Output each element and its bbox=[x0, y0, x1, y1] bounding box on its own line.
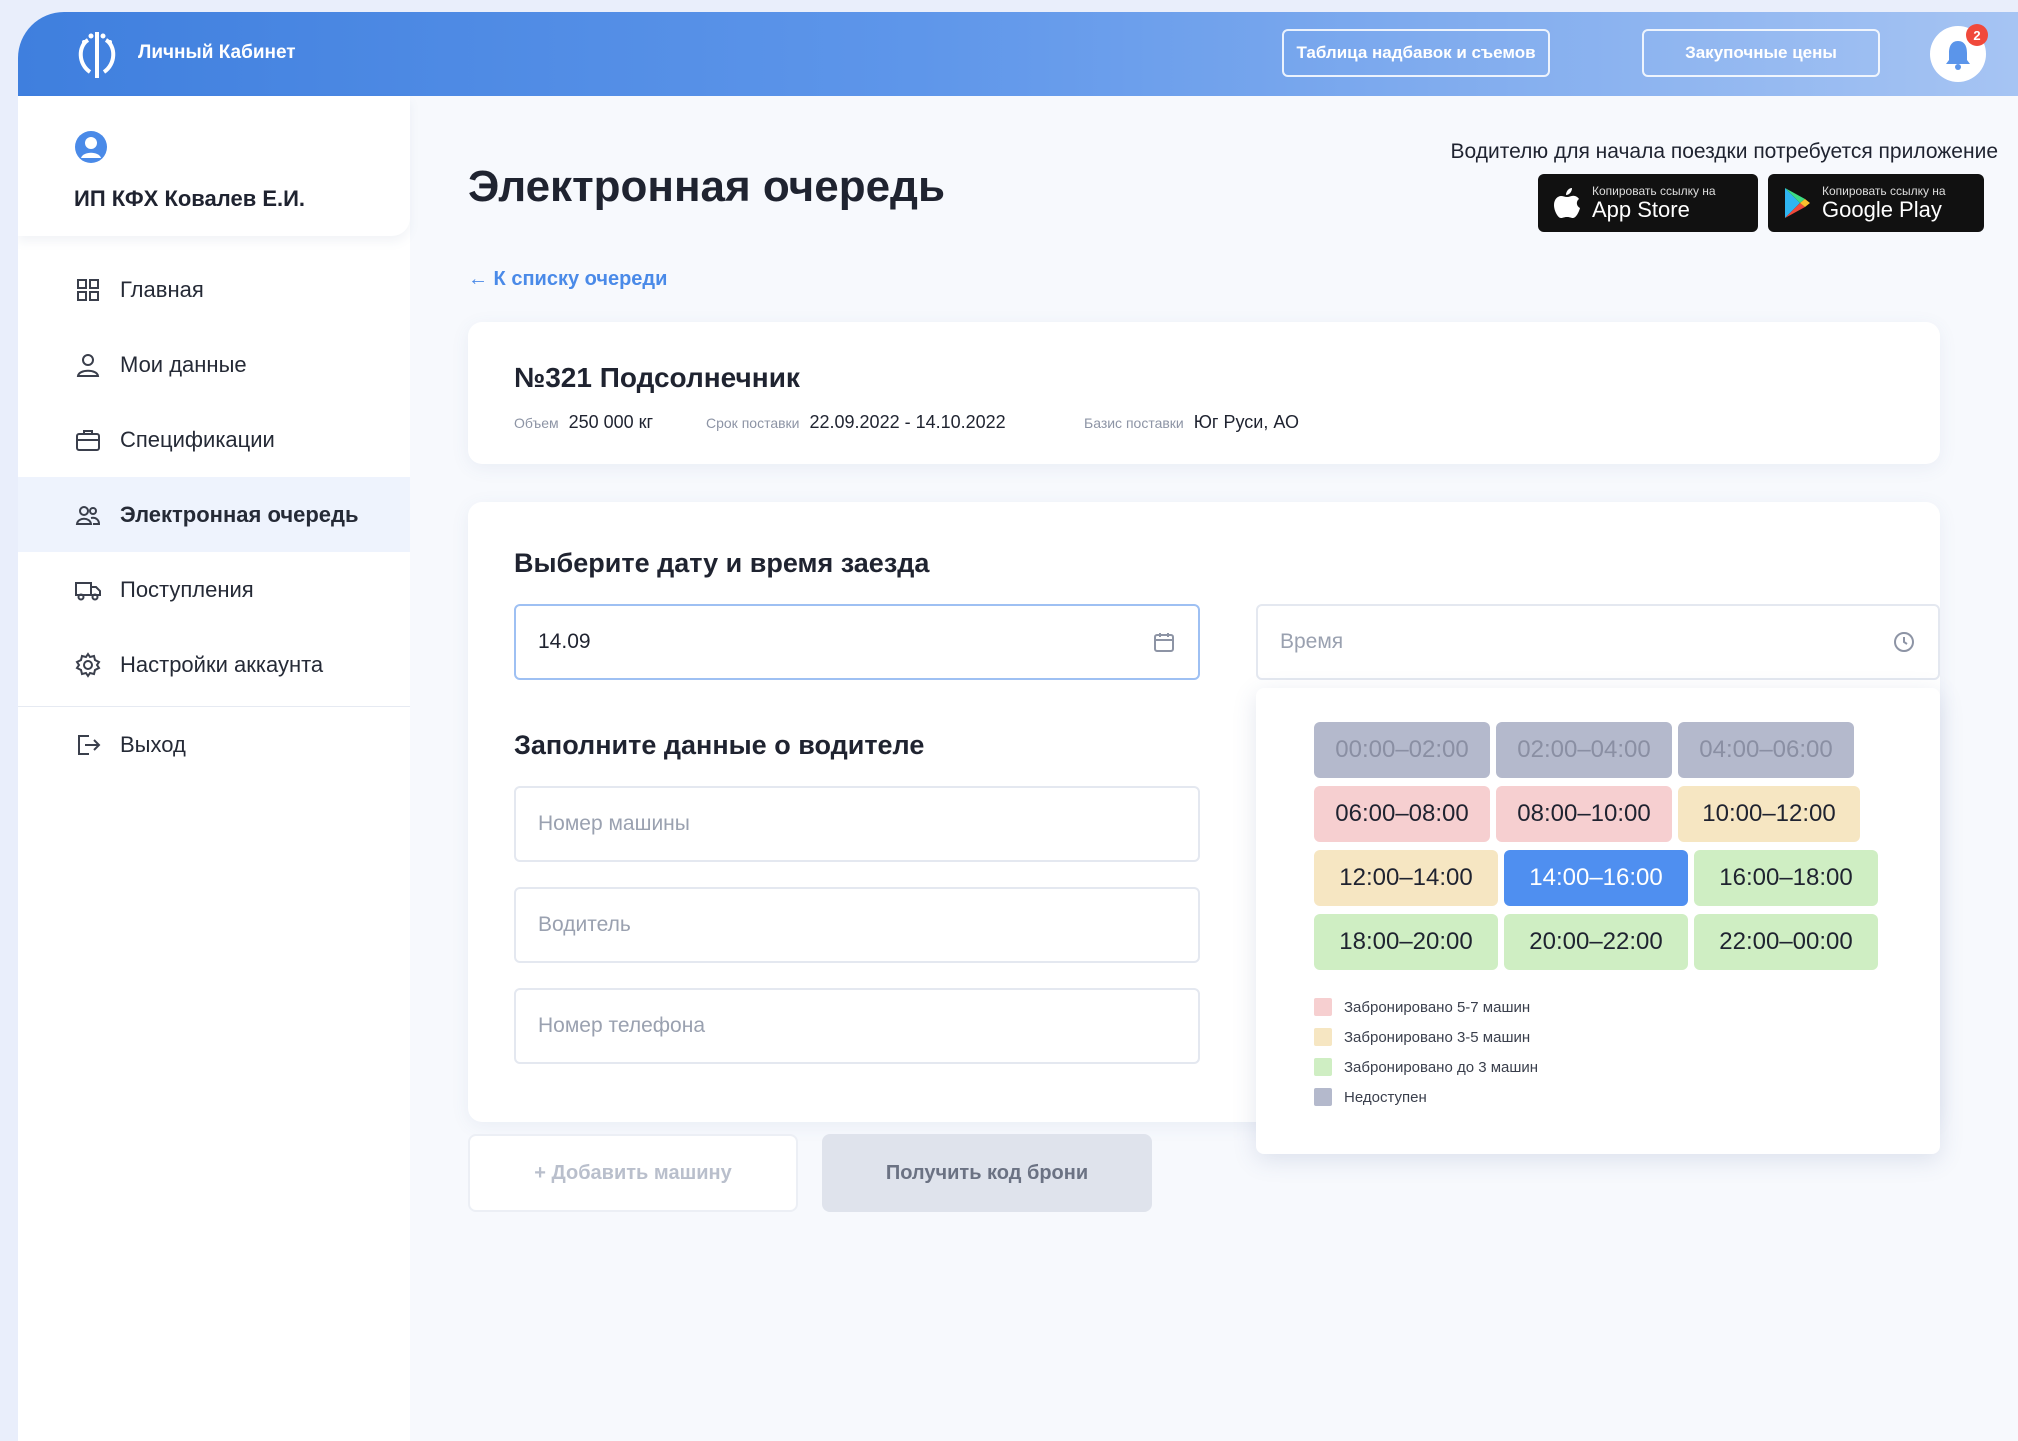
sidebar-item-label: Мои данные bbox=[120, 351, 247, 377]
lot-volume-label: Объем bbox=[514, 415, 559, 431]
time-select-placeholder: Время bbox=[1280, 630, 1344, 653]
legend-label: Недоступен bbox=[1344, 1088, 1427, 1106]
phone-placeholder: Номер телефона bbox=[538, 1014, 706, 1037]
google-play-icon bbox=[1785, 188, 1810, 218]
notification-badge: 2 bbox=[1966, 24, 1988, 46]
lot-basis: Базис поставки Юг Руси, АО bbox=[1084, 412, 1299, 433]
lot-volume: Объем 250 000 кг bbox=[514, 412, 653, 433]
legend-item: Забронировано 3-5 машин bbox=[1314, 1028, 1530, 1046]
sidebar-item-account-settings[interactable]: Настройки аккаунта bbox=[18, 627, 410, 702]
lot-title: №321 Подсолнечник bbox=[514, 362, 800, 393]
back-to-queue-link[interactable]: ← К списку очереди bbox=[468, 268, 667, 291]
sidebar-item-label: Настройки аккаунта bbox=[120, 651, 324, 677]
legend-item: Недоступен bbox=[1314, 1088, 1427, 1106]
time-slot[interactable]: 16:00–18:00 bbox=[1694, 850, 1878, 906]
logout-icon bbox=[78, 734, 101, 755]
time-slot[interactable]: 10:00–12:00 bbox=[1678, 786, 1860, 842]
app-required-note: Водителю для начала поездки потребуется … bbox=[1450, 140, 1998, 163]
profile-icon bbox=[75, 131, 107, 163]
grid-icon bbox=[77, 278, 99, 301]
google-play-button[interactable]: Копировать ссылку на Google Play bbox=[1768, 174, 1984, 232]
legend-label: Забронировано 3-5 машин bbox=[1344, 1028, 1531, 1046]
sidebar-item-label: Выход bbox=[120, 731, 186, 757]
lot-basis-value: Юг Руси, АО bbox=[1193, 412, 1299, 432]
car-number-field[interactable]: Номер машины bbox=[514, 786, 1200, 862]
time-slot[interactable]: 12:00–14:00 bbox=[1314, 850, 1498, 906]
driver-section-title: Заполните данные о водителе bbox=[514, 730, 925, 760]
date-input[interactable]: 14.09 bbox=[514, 604, 1200, 680]
truck-icon bbox=[75, 581, 101, 600]
time-slot[interactable]: 22:00–00:00 bbox=[1694, 914, 1878, 970]
legend-swatch bbox=[1314, 998, 1332, 1016]
phone-field[interactable]: Номер телефона bbox=[514, 988, 1200, 1064]
sidebar-item-label: Спецификации bbox=[120, 426, 275, 452]
legend-swatch bbox=[1314, 1028, 1332, 1046]
purchase-prices-button[interactable]: Закупочные цены bbox=[1642, 29, 1880, 77]
get-booking-code-button[interactable]: Получить код брони bbox=[822, 1134, 1152, 1212]
time-slot: 00:00–02:00 bbox=[1314, 722, 1490, 778]
user-icon bbox=[76, 353, 100, 377]
sidebar-nav: Главная Мои данные Спецификации Электрон… bbox=[18, 252, 410, 782]
google-play-label: Google Play bbox=[1822, 197, 1942, 222]
time-slot[interactable]: 08:00–10:00 bbox=[1496, 786, 1672, 842]
sidebar-item-logout[interactable]: Выход bbox=[18, 707, 410, 782]
add-car-button[interactable]: + Добавить машину bbox=[468, 1134, 798, 1212]
top-bar: Личный Кабинет Таблица надбавок и съемов… bbox=[18, 12, 2018, 96]
time-select[interactable]: Время bbox=[1256, 604, 1940, 680]
app-store-label: App Store bbox=[1592, 197, 1690, 222]
sidebar-item-receipts[interactable]: Поступления bbox=[18, 552, 410, 627]
calendar-icon[interactable] bbox=[1152, 630, 1176, 654]
time-slot-selected[interactable]: 14:00–16:00 bbox=[1504, 850, 1688, 906]
app-store-button[interactable]: Копировать ссылку на App Store bbox=[1538, 174, 1758, 232]
app-frame: Личный Кабинет Таблица надбавок и съемов… bbox=[18, 12, 2018, 1441]
time-slot[interactable]: 06:00–08:00 bbox=[1314, 786, 1490, 842]
legend-swatch bbox=[1314, 1088, 1332, 1106]
legend-label: Забронировано до 3 машин bbox=[1344, 1058, 1539, 1076]
legend-swatch bbox=[1314, 1058, 1332, 1076]
brand-name[interactable]: Личный Кабинет bbox=[138, 42, 296, 64]
date-input-value: 14.09 bbox=[538, 630, 591, 653]
driver-placeholder: Водитель bbox=[538, 913, 631, 936]
sidebar-item-my-data[interactable]: Мои данные bbox=[18, 327, 410, 402]
sidebar-item-label: Поступления bbox=[120, 576, 254, 602]
lot-period-label: Срок поставки bbox=[706, 415, 800, 431]
lot-period: Срок поставки 22.09.2022 - 14.10.2022 bbox=[706, 412, 1006, 433]
legend-item: Забронировано до 3 машин bbox=[1314, 1058, 1538, 1076]
driver-field[interactable]: Водитель bbox=[514, 887, 1200, 963]
time-slot: 02:00–04:00 bbox=[1496, 722, 1672, 778]
legend-item: Забронировано 5-7 машин bbox=[1314, 998, 1530, 1016]
sidebar-item-label: Электронная очередь bbox=[120, 501, 359, 527]
logo-icon bbox=[78, 32, 116, 78]
sidebar-item-main[interactable]: Главная bbox=[18, 252, 410, 327]
time-slot[interactable]: 18:00–20:00 bbox=[1314, 914, 1498, 970]
sidebar-item-e-queue[interactable]: Электронная очередь bbox=[18, 477, 410, 552]
time-slot[interactable]: 20:00–22:00 bbox=[1504, 914, 1688, 970]
sidebar-item-label: Главная bbox=[120, 276, 204, 302]
users-icon bbox=[75, 505, 101, 525]
profile-card[interactable]: ИП КФХ Ковалев Е.И. bbox=[18, 96, 410, 236]
clock-icon bbox=[1894, 632, 1914, 652]
lot-basis-label: Базис поставки bbox=[1084, 415, 1184, 431]
markups-table-button[interactable]: Таблица надбавок и съемов bbox=[1282, 29, 1550, 77]
legend-label: Забронировано 5-7 машин bbox=[1344, 998, 1531, 1016]
lot-volume-value: 250 000 кг bbox=[568, 412, 654, 432]
app-store-caption: Копировать ссылку на bbox=[1592, 184, 1716, 198]
profile-name: ИП КФХ Ковалев Е.И. bbox=[74, 186, 306, 211]
time-slot: 04:00–06:00 bbox=[1678, 722, 1854, 778]
date-time-section-title: Выберите дату и время заезда bbox=[514, 548, 930, 578]
user-avatar-button[interactable]: 2 bbox=[1930, 24, 1988, 82]
sidebar-item-specifications[interactable]: Спецификации bbox=[18, 402, 410, 477]
google-play-caption: Копировать ссылку на bbox=[1822, 184, 1946, 198]
briefcase-icon bbox=[76, 429, 100, 451]
car-number-placeholder: Номер машины bbox=[538, 812, 690, 835]
gear-icon bbox=[75, 651, 101, 678]
lot-period-value: 22.09.2022 - 14.10.2022 bbox=[809, 412, 1006, 432]
apple-icon bbox=[1554, 188, 1580, 218]
page-title: Электронная очередь bbox=[468, 162, 946, 211]
